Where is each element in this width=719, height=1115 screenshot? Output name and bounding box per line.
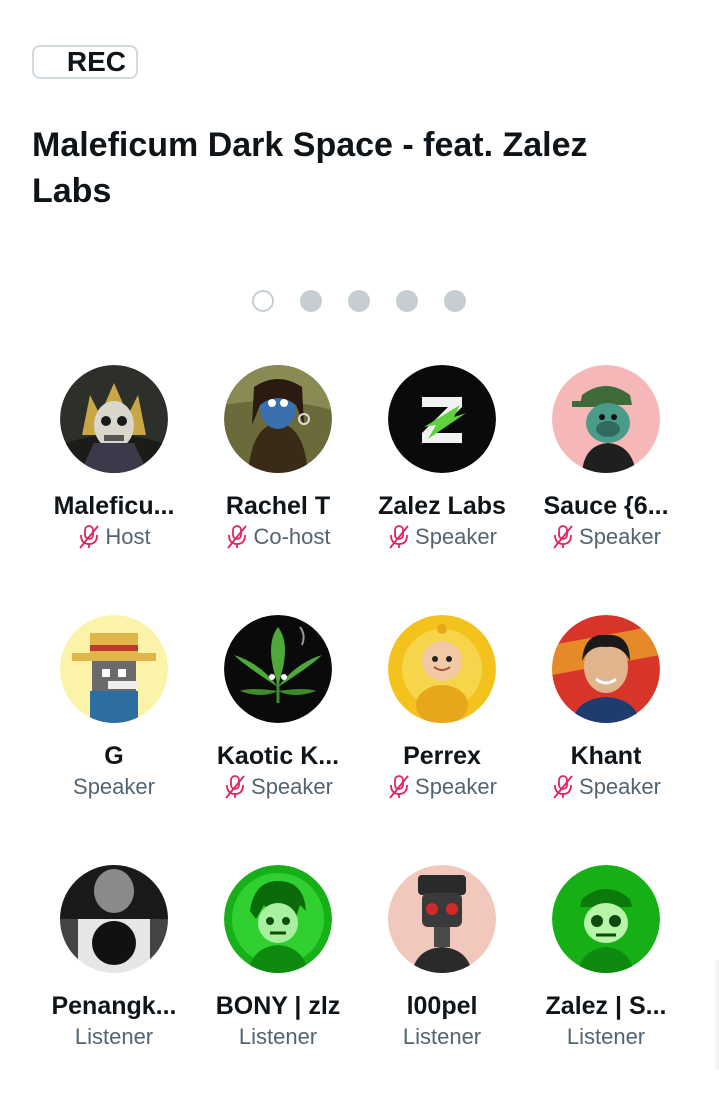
role-label: Co-host	[253, 524, 331, 549]
participant-name: Kaotic K...	[216, 742, 340, 770]
bw-photo-icon	[60, 865, 168, 973]
participant[interactable]: Sauce {6... Speaker	[524, 365, 688, 615]
role-label: Speaker	[579, 774, 661, 799]
green-character-icon	[224, 865, 332, 973]
participants-row: Maleficu... Host Rachel T Co-host Zalez …	[32, 365, 688, 615]
participant[interactable]: Kaotic K... Speaker	[196, 615, 360, 865]
microphone-muted-icon	[225, 775, 245, 799]
participant-name: Perrex	[403, 742, 481, 770]
participant-role: Speaker	[551, 773, 661, 801]
role-label: Listener	[74, 1024, 154, 1049]
participant-role: Speaker	[387, 773, 497, 801]
person-photo-icon	[552, 615, 660, 723]
skull-crown-icon	[60, 365, 168, 473]
participant-role: Listener	[403, 1023, 481, 1051]
microphone-muted-icon	[553, 775, 573, 799]
page-dot[interactable]	[444, 290, 466, 312]
ape-cap-icon	[552, 365, 660, 473]
role-label: Listener	[566, 1024, 646, 1049]
role-label: Listener	[238, 1024, 318, 1049]
participant-role: Speaker	[223, 773, 333, 801]
participant-name: Khant	[570, 742, 642, 770]
page-dot[interactable]	[348, 290, 370, 312]
space-title: Maleficum Dark Space - feat. Zalez Labs	[32, 126, 588, 210]
participant-name: G	[104, 742, 124, 770]
pixel-straw-hat-icon	[60, 615, 168, 723]
page-indicator[interactable]	[252, 290, 466, 312]
participant-name: Zalez Labs	[378, 492, 506, 520]
role-label: Speaker	[415, 774, 497, 799]
page-dot[interactable]	[252, 290, 274, 312]
participant[interactable]: Zalez Labs Speaker	[360, 365, 524, 615]
participant-name: Maleficu...	[53, 492, 175, 520]
green-skull-icon	[552, 865, 660, 973]
participant-name: l00pel	[406, 992, 478, 1020]
participants-grid: Maleficu... Host Rachel T Co-host Zalez …	[32, 365, 688, 1115]
participant[interactable]: Rachel T Co-host	[196, 365, 360, 615]
role-label: Speaker	[73, 774, 155, 799]
participant[interactable]: BONY | zlz Listener	[196, 865, 360, 1115]
role-label: Speaker	[251, 774, 333, 799]
scroll-edge	[713, 960, 719, 1070]
participants-row: G Speaker Kaotic K... Speaker Perrex Spe…	[32, 615, 688, 865]
participant[interactable]: Maleficu... Host	[32, 365, 196, 615]
participant-role: Co-host	[225, 523, 331, 551]
participant-role: Listener	[239, 1023, 317, 1051]
participant-name: BONY | zlz	[215, 992, 341, 1020]
microphone-muted-icon	[389, 775, 409, 799]
participant-role: Host	[77, 523, 151, 551]
microphone-muted-icon	[227, 525, 248, 549]
microphone-muted-icon	[553, 525, 573, 549]
participant-role: Speaker	[73, 773, 155, 801]
participant-role: Speaker	[387, 523, 497, 551]
robot-icon	[388, 865, 496, 973]
page-dot[interactable]	[396, 290, 418, 312]
participant[interactable]: Zalez | S... Listener	[524, 865, 688, 1115]
teletubby-icon	[388, 615, 496, 723]
role-label: Speaker	[579, 524, 661, 549]
rec-badge: REC	[32, 45, 138, 79]
leaf-icon	[224, 615, 332, 723]
role-label: Listener	[402, 1024, 482, 1049]
participant-role: Speaker	[551, 523, 661, 551]
participant[interactable]: G Speaker	[32, 615, 196, 865]
participant-role: Listener	[567, 1023, 645, 1051]
role-label: Host	[105, 524, 151, 549]
participants-row: Penangk... Listener BONY | zlz Listener	[32, 865, 688, 1115]
participant-role: Listener	[75, 1023, 153, 1051]
participant-name: Sauce {6...	[543, 492, 669, 520]
role-label: Speaker	[415, 524, 497, 549]
participant-name: Zalez | S...	[545, 992, 667, 1020]
participant-name: Penangk...	[51, 992, 177, 1020]
participant-name: Rachel T	[225, 492, 331, 520]
microphone-muted-icon	[79, 525, 100, 549]
participant[interactable]: Perrex Speaker	[360, 615, 524, 865]
participant[interactable]: Penangk... Listener	[32, 865, 196, 1115]
page-dot[interactable]	[300, 290, 322, 312]
microphone-muted-icon	[389, 525, 409, 549]
participant[interactable]: l00pel Listener	[360, 865, 524, 1115]
rec-label: REC	[66, 46, 126, 77]
z-logo-icon	[388, 365, 496, 473]
mona-lisa-icon	[224, 365, 332, 473]
participant[interactable]: Khant Speaker	[524, 615, 688, 865]
